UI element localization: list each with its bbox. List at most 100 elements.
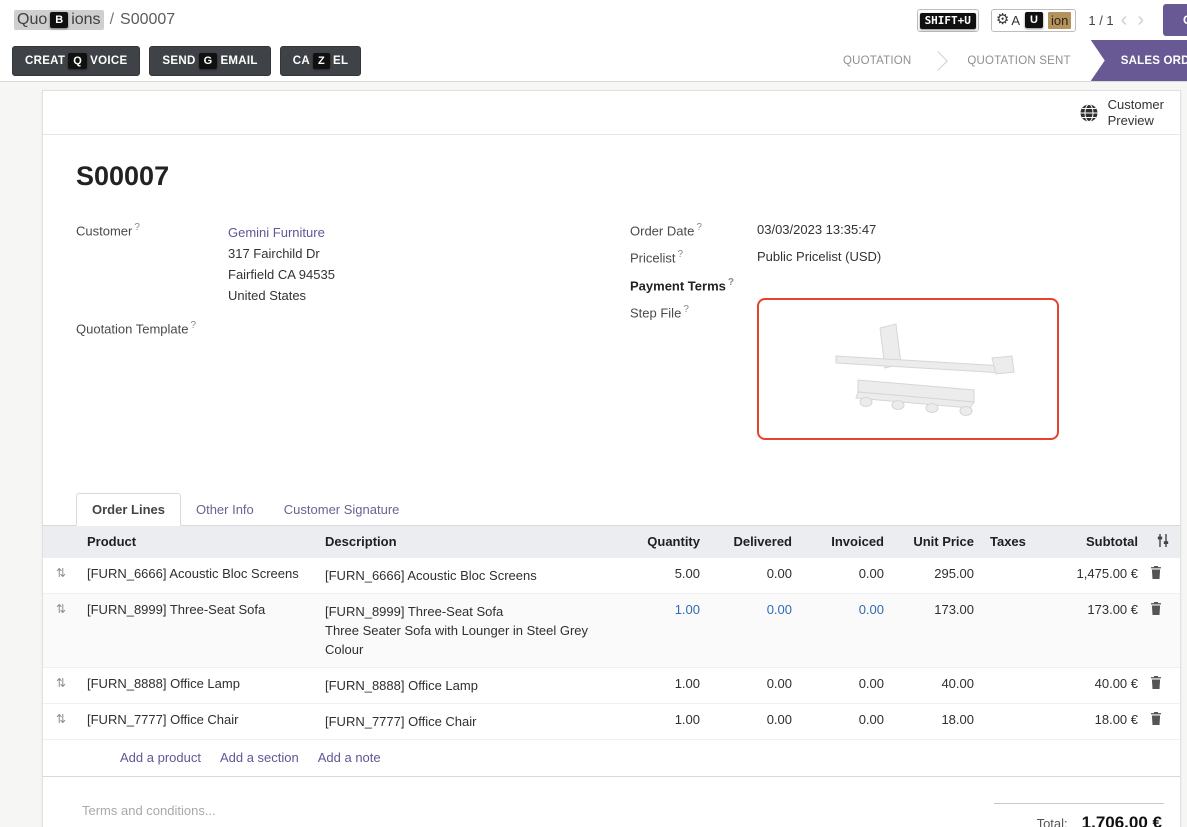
quantity-cell[interactable]: 1.00 — [616, 703, 708, 739]
delete-row-button[interactable] — [1146, 593, 1180, 667]
table-row: ⇅ [FURN_7777] Office Chair [FURN_7777] O… — [43, 703, 1180, 739]
pager-prev-icon[interactable]: ‹ — [1118, 11, 1131, 29]
drag-handle-icon[interactable]: ⇅ — [43, 558, 79, 594]
quotation-template-label-text: Quotation Template — [76, 321, 189, 336]
shift-hint-button[interactable]: SHIFT+U — [917, 9, 979, 32]
customer-address-line1: 317 Fairchild Dr — [228, 243, 335, 264]
create-invoice-label-pre: CREAT — [25, 55, 65, 67]
subtotal-cell: 18.00 € — [1028, 703, 1146, 739]
product-cell[interactable]: [FURN_6666] Acoustic Bloc Screens — [79, 558, 317, 594]
pager-next-icon[interactable]: › — [1134, 11, 1147, 29]
add-note-link[interactable]: Add a note — [318, 750, 381, 765]
product-cell[interactable]: [FURN_8999] Three-Seat Sofa — [79, 593, 317, 667]
breadcrumb-quotations-link[interactable]: Quo B ions — [14, 10, 104, 30]
description-cell[interactable]: [FURN_8888] Office Lamp — [317, 667, 616, 703]
order-date-value[interactable]: 03/03/2023 13:35:47 — [757, 222, 876, 238]
create-invoice-button[interactable]: CREAT Q VOICE — [12, 46, 140, 76]
product-column-header: Product — [79, 526, 317, 558]
terms-placeholder[interactable]: Terms and conditions... — [82, 803, 216, 827]
delivered-cell[interactable]: 0.00 — [708, 667, 800, 703]
customer-link[interactable]: Gemini Furniture — [228, 225, 325, 240]
subtotal-cell: 40.00 € — [1028, 667, 1146, 703]
delivered-cell[interactable]: 0.00 — [708, 703, 800, 739]
unit-price-cell[interactable]: 18.00 — [892, 703, 982, 739]
statusbar-step-quotation[interactable]: QUOTATION — [827, 40, 927, 81]
description-cell[interactable]: [FURN_8999] Three-Seat Sofa Three Seater… — [317, 593, 616, 667]
tab-order-lines[interactable]: Order Lines — [76, 493, 181, 526]
globe-icon — [1079, 103, 1099, 123]
statusbar-step-sales-order[interactable]: SALES ORDER — [1091, 40, 1187, 81]
delete-row-button[interactable] — [1146, 558, 1180, 594]
control-bar: Quo B ions / S00007 SHIFT+U ⚙ A U ion 1 … — [0, 0, 1187, 40]
customer-label: Customer? — [76, 222, 228, 306]
delete-row-button[interactable] — [1146, 703, 1180, 739]
corner-button[interactable]: Cl — [1163, 4, 1187, 36]
customer-address-line3: United States — [228, 285, 335, 306]
tab-other-info[interactable]: Other Info — [181, 494, 269, 525]
quantity-cell[interactable]: 5.00 — [616, 558, 708, 594]
trash-icon — [1150, 566, 1162, 579]
delivered-cell[interactable]: 0.00 — [708, 558, 800, 594]
description-cell[interactable]: [FURN_6666] Acoustic Bloc Screens — [317, 558, 616, 594]
description-column-header: Description — [317, 526, 616, 558]
delivered-column-header: Delivered — [708, 526, 800, 558]
invoiced-cell[interactable]: 0.00 — [800, 703, 892, 739]
customer-preview-line2: Preview — [1108, 113, 1164, 129]
drag-handle-icon[interactable]: ⇅ — [43, 703, 79, 739]
tab-customer-signature[interactable]: Customer Signature — [269, 494, 415, 525]
payment-terms-label: Payment Terms? — [630, 277, 757, 293]
step-file-field: Step File? — [630, 304, 1164, 440]
quantity-cell[interactable]: 1.00 — [616, 667, 708, 703]
breadcrumb-suffix: ions — [71, 11, 100, 29]
invoiced-column-header: Invoiced — [800, 526, 892, 558]
customer-address-line2: Fairfield CA 94535 — [228, 264, 335, 285]
statusbar-step-label: QUOTATION SENT — [967, 55, 1070, 67]
delivered-cell[interactable]: 0.00 — [708, 593, 800, 667]
table-row: ⇅ [FURN_8999] Three-Seat Sofa [FURN_8999… — [43, 593, 1180, 667]
add-section-link[interactable]: Add a section — [220, 750, 299, 765]
hotkey-badge-b: B — [50, 12, 68, 28]
taxes-column-header: Taxes — [982, 526, 1028, 558]
delete-row-button[interactable] — [1146, 667, 1180, 703]
total-value: 1,706.00 € — [1082, 813, 1162, 827]
drag-handle-icon[interactable]: ⇅ — [43, 667, 79, 703]
breadcrumb-record: S00007 — [120, 11, 175, 29]
optional-columns-button[interactable] — [1146, 526, 1180, 558]
drag-handle-icon[interactable]: ⇅ — [43, 593, 79, 667]
statusbar-step-quotation-sent[interactable]: QUOTATION SENT — [951, 40, 1086, 81]
product-cell[interactable]: [FURN_7777] Office Chair — [79, 703, 317, 739]
action-menu-button[interactable]: ⚙ A U ion — [991, 9, 1076, 32]
quotation-template-field[interactable]: Quotation Template? — [76, 320, 630, 336]
invoiced-cell[interactable]: 0.00 — [800, 558, 892, 594]
step-file-image[interactable] — [757, 298, 1059, 440]
product-cell[interactable]: [FURN_8888] Office Lamp — [79, 667, 317, 703]
customer-preview-line1: Customer — [1108, 97, 1164, 113]
quotation-template-label: Quotation Template? — [76, 320, 228, 336]
unit-price-cell[interactable]: 295.00 — [892, 558, 982, 594]
pricelist-label-text: Pricelist — [630, 251, 676, 266]
quantity-cell[interactable]: 1.00 — [616, 593, 708, 667]
send-email-button[interactable]: SEND G EMAIL — [149, 46, 270, 76]
help-marker: ? — [683, 304, 689, 315]
taxes-cell[interactable] — [982, 593, 1028, 667]
description-cell[interactable]: [FURN_7777] Office Chair — [317, 703, 616, 739]
invoiced-cell[interactable]: 0.00 — [800, 667, 892, 703]
pricelist-value[interactable]: Public Pricelist (USD) — [757, 249, 881, 265]
invoiced-cell[interactable]: 0.00 — [800, 593, 892, 667]
payment-terms-field[interactable]: Payment Terms? — [630, 277, 1164, 293]
cancel-button[interactable]: CA Z EL — [280, 46, 362, 76]
sliders-icon — [1156, 534, 1170, 547]
description-line1: [FURN_7777] Office Chair — [325, 712, 608, 731]
customer-value: Gemini Furniture 317 Fairchild Dr Fairfi… — [228, 222, 335, 306]
add-product-link[interactable]: Add a product — [120, 750, 201, 765]
trash-icon — [1150, 676, 1162, 689]
taxes-cell[interactable] — [982, 667, 1028, 703]
taxes-cell[interactable] — [982, 703, 1028, 739]
unit-price-cell[interactable]: 40.00 — [892, 667, 982, 703]
action-label-suffix: ion — [1048, 12, 1071, 29]
statusbar-step-label: SALES ORDER — [1121, 55, 1187, 67]
taxes-cell[interactable] — [982, 558, 1028, 594]
customer-preview-button[interactable]: Customer Preview — [43, 91, 1180, 135]
customer-preview-label: Customer Preview — [1108, 97, 1164, 129]
unit-price-cell[interactable]: 173.00 — [892, 593, 982, 667]
